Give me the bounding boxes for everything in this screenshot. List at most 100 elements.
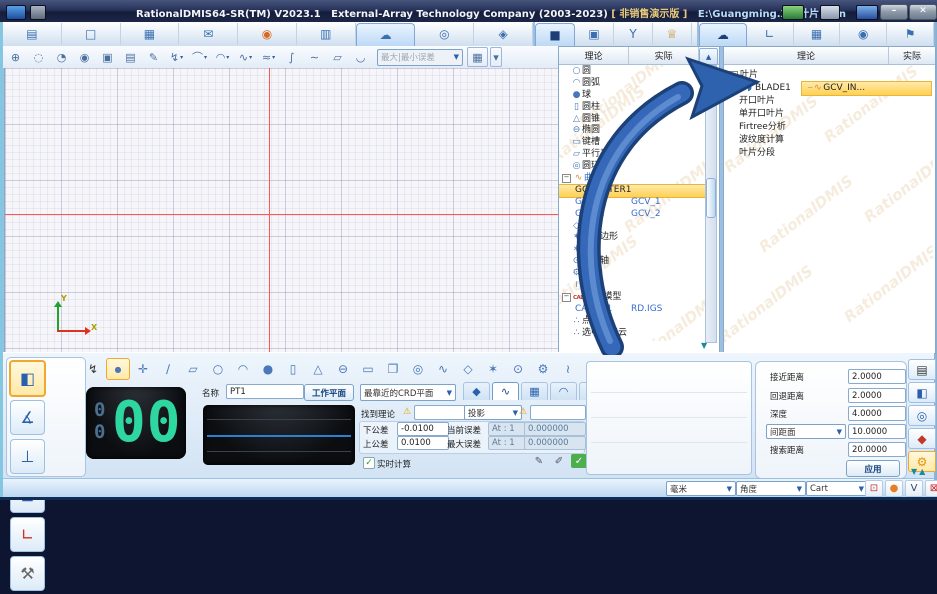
align-feature-button[interactable]: ✛	[131, 358, 155, 380]
tab-report[interactable]: ▤	[3, 23, 62, 45]
cam-feature-button[interactable]: ⊙	[506, 358, 530, 380]
monitor-icon[interactable]	[820, 5, 840, 20]
tree-item-凸轮轴[interactable]: ⊙凸轮轴	[559, 256, 705, 268]
plane-feature-button[interactable]: ▱	[181, 358, 205, 380]
projection-input[interactable]	[530, 405, 586, 420]
tree-item-圆环[interactable]: ◎圆环	[559, 161, 705, 173]
name-input[interactable]: PT1	[226, 384, 304, 399]
torus-feature-button[interactable]: ◎	[406, 358, 430, 380]
red-probe-tab[interactable]: ◆	[908, 428, 936, 449]
tab-camera[interactable]: ◉	[840, 23, 887, 45]
coord-axes-button[interactable]: ∟	[10, 517, 45, 552]
scroll-down-button[interactable]: ▼	[701, 341, 707, 350]
tab-probe-y[interactable]: Y	[614, 23, 653, 45]
unit-combo[interactable]: 毫米 ▼	[666, 481, 736, 496]
arc-feature-button[interactable]: ◠	[231, 358, 255, 380]
measure-cube-button[interactable]: ◧	[9, 360, 46, 397]
tree-item-波纹度计算[interactable]: 波纹度计算	[724, 134, 933, 147]
point-feature-button[interactable]: ●	[106, 358, 130, 380]
retract-input[interactable]: 2.0000	[848, 388, 906, 403]
tree-item-BLADE1[interactable]: ◗BLADE1─∿GCV_IN...	[724, 82, 933, 95]
eye-button[interactable]: ◉	[74, 47, 95, 67]
tab-actual[interactable]: 实际	[889, 47, 935, 64]
tab-document[interactable]: □	[62, 23, 121, 45]
joystick-blue-icon[interactable]	[856, 5, 878, 20]
tab-theory[interactable]: 理论	[559, 47, 629, 64]
approach-input[interactable]: 2.0000	[848, 369, 906, 384]
cube-probe-tab[interactable]: ◧	[908, 382, 936, 403]
tab-grid[interactable]: ▦	[794, 23, 841, 45]
tree-item-齿轮[interactable]: ⚙齿轮	[559, 268, 705, 280]
tree-item-Firtree分析[interactable]: Firtree分析	[724, 121, 933, 134]
expander-icon[interactable]: −	[562, 293, 571, 302]
plane-combo[interactable]: 最靠近的CRD平面 ▼	[360, 384, 456, 401]
app-icon[interactable]	[6, 5, 26, 20]
sphere-view-button[interactable]: ◔	[51, 47, 72, 67]
scan-arc-button[interactable]: ◡	[350, 47, 371, 67]
tree-item-GCV_INTER1[interactable]: GCV_INTER1	[559, 185, 705, 197]
coord-display-button[interactable]: ⊡	[865, 480, 883, 497]
tab-printer[interactable]: ▥	[297, 23, 356, 45]
probe-sweep-button[interactable]: ◠▾	[212, 47, 233, 67]
probe-view-tab[interactable]: ◆	[463, 382, 490, 400]
cone-feature-button[interactable]: △	[306, 358, 330, 380]
probe-angle-button[interactable]: ↯▾	[166, 47, 187, 67]
graphics-viewport[interactable]: Y X	[4, 68, 560, 353]
depth-input[interactable]: 4.0000	[848, 406, 906, 421]
scan-line-button[interactable]: ∫	[281, 47, 302, 67]
cylinder-feature-button[interactable]: ▯	[281, 358, 305, 380]
apply-button[interactable]: 应用	[846, 460, 900, 477]
tree-scrollbar[interactable]	[705, 65, 717, 343]
tab-theory[interactable]: 理论	[724, 47, 889, 64]
scan-curve-button[interactable]: ∼	[304, 47, 325, 67]
tab-message[interactable]: ✉	[179, 23, 238, 45]
output-tab[interactable]: ▤	[908, 359, 936, 380]
tree-item-正多边形[interactable]: ✶正多边形	[559, 232, 705, 244]
close-button[interactable]: ✕	[909, 4, 937, 20]
probe-hit-feature-button[interactable]: ↯	[81, 358, 105, 380]
lower-tol-input[interactable]: -0.0100	[397, 422, 449, 436]
tree-item-平行平面[interactable]: ▱平行平面	[559, 149, 705, 161]
tree-item-CAD模型[interactable]: −CADCAD模型	[559, 292, 705, 304]
frame-zoom-button[interactable]: ▣	[97, 47, 118, 67]
tab-calculator[interactable]: ▦	[121, 23, 180, 45]
tree-item-曲面[interactable]: ◇曲面	[559, 221, 705, 233]
tab-flag[interactable]: ⚑	[887, 23, 934, 45]
tab-color-sphere[interactable]: ◉	[238, 23, 297, 45]
tab-eye-view[interactable]: ◎	[415, 23, 474, 45]
toolbar-more-button[interactable]: ▾	[490, 47, 502, 67]
tree-item-椭圆[interactable]: ⊖椭圆	[559, 125, 705, 137]
spacing-input[interactable]: 10.0000	[848, 424, 906, 439]
tree-item-选中的点云[interactable]: ∴选中的点云	[559, 328, 705, 340]
line-feature-button[interactable]: ∕	[156, 358, 180, 380]
tree-item-圆[interactable]: ○圆	[559, 66, 705, 78]
search-cube-tab[interactable]: ◎	[908, 405, 936, 426]
confirm-check-button[interactable]: ✓	[571, 454, 587, 468]
expander-icon[interactable]: −	[729, 71, 738, 80]
minimize-button[interactable]: –	[880, 4, 908, 20]
pipe-feature-button[interactable]: ≀	[556, 358, 580, 380]
tree-item-GCV_1[interactable]: GCV_1GCV_1	[559, 197, 705, 209]
scrollbar-thumb[interactable]	[706, 178, 716, 218]
probe-button[interactable]: ⊥	[10, 439, 45, 474]
tab-axes[interactable]: ∟	[747, 23, 794, 45]
strip-scroll-arrows[interactable]: ▼▲	[911, 467, 927, 476]
caliper-button[interactable]: ∡	[10, 400, 45, 435]
menu-icon[interactable]	[30, 5, 46, 20]
coord-combo[interactable]: Cart ▼	[806, 481, 868, 496]
scan-plane-button[interactable]: ▱	[327, 47, 348, 67]
expander-icon[interactable]: −	[562, 174, 571, 183]
tab-crown[interactable]: ♕	[653, 23, 692, 45]
tree-item-开口叶片[interactable]: 开口叶片	[724, 95, 933, 108]
transform-button[interactable]: ⊕	[5, 47, 26, 67]
tree-item-圆锥[interactable]: △圆锥	[559, 114, 705, 126]
tab-cube[interactable]: ▣	[575, 23, 614, 45]
probe-status-button[interactable]: Ⅴ	[905, 480, 923, 497]
sphere-feature-button[interactable]: ●	[256, 358, 280, 380]
collapse-panel-button[interactable]: ▲	[699, 48, 718, 65]
circle-feature-button[interactable]: ○	[206, 358, 230, 380]
edit-button[interactable]: ✎	[531, 454, 547, 468]
sketch-probe-button[interactable]: ✎	[143, 47, 164, 67]
projection-combo[interactable]: 投影 ▼	[464, 405, 522, 420]
surface-feature-button[interactable]: ◇	[456, 358, 480, 380]
